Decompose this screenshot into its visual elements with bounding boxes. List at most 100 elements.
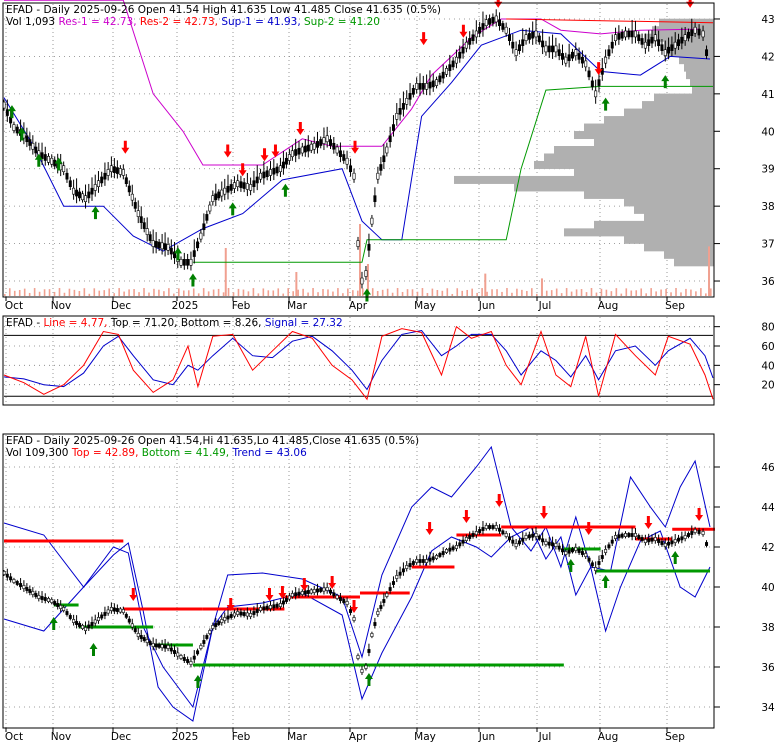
x-tick-label: Aug xyxy=(598,300,619,312)
candle-body xyxy=(584,60,588,68)
volume-bar xyxy=(153,288,155,296)
candle-body xyxy=(454,56,458,64)
candle-body xyxy=(232,612,236,617)
x-tick-label: Apr xyxy=(349,300,368,312)
candle-body xyxy=(205,214,209,221)
candle-body xyxy=(186,659,190,663)
volume-bar xyxy=(292,291,294,296)
stoch-legend-part: EFAD - xyxy=(6,317,43,329)
volume-bar xyxy=(476,292,478,296)
volume-bar xyxy=(560,293,563,296)
candle-body xyxy=(127,618,131,623)
volume-bar xyxy=(685,288,687,296)
candle-body xyxy=(379,164,383,171)
volume-bar xyxy=(352,290,354,296)
x-tick-label: Jul xyxy=(538,731,552,743)
candle-body xyxy=(309,589,313,594)
candle-body xyxy=(249,184,253,191)
volume-bar xyxy=(391,292,394,296)
candle-body xyxy=(31,591,35,595)
candle-body xyxy=(352,617,356,621)
candle-body xyxy=(262,606,266,611)
volume-bar xyxy=(277,288,280,296)
candle-body xyxy=(100,176,104,184)
volume-bar xyxy=(202,288,205,296)
candle-body xyxy=(451,546,455,551)
volume-bar xyxy=(565,288,568,296)
candle-body xyxy=(199,232,203,240)
x-tick-label: Feb xyxy=(232,300,251,312)
candle-body xyxy=(643,41,647,49)
candle-body xyxy=(275,166,279,174)
volume-spike xyxy=(540,278,543,296)
candle-body xyxy=(46,598,50,602)
candle-body xyxy=(435,555,439,559)
candle-body xyxy=(451,60,455,68)
candle-body xyxy=(322,137,326,144)
candle-body xyxy=(303,145,307,153)
stoch-legend-part: Signal = 27.32 xyxy=(265,317,343,329)
x-tick-label: Mar xyxy=(287,300,307,312)
volume-bar xyxy=(481,288,483,296)
volume-profile-bar xyxy=(584,123,714,132)
candle-body xyxy=(701,30,705,38)
candle-body xyxy=(28,589,32,593)
candle-body xyxy=(78,191,82,199)
candle-body xyxy=(265,605,269,610)
candle-body xyxy=(223,617,227,621)
candle-body xyxy=(62,165,66,173)
candle-body xyxy=(458,51,462,59)
candle-body xyxy=(534,533,538,537)
volume-bar xyxy=(178,288,180,296)
volume-bar xyxy=(158,289,160,296)
candle-body xyxy=(657,39,661,46)
candle-body xyxy=(262,171,266,179)
candle-body xyxy=(81,625,85,629)
candle-body xyxy=(300,146,304,154)
candle-body xyxy=(541,40,545,48)
candle-body xyxy=(142,637,146,641)
candle-body xyxy=(121,609,125,613)
x-tick-label: Jun xyxy=(478,731,495,743)
volume-bar xyxy=(173,293,175,296)
candle-body xyxy=(524,34,528,41)
stoch-legend-part: Line = 4.77, xyxy=(43,317,110,329)
volume-bar xyxy=(590,288,593,296)
volume-profile-bar xyxy=(554,146,714,154)
candle-body xyxy=(425,559,429,563)
volume-bar xyxy=(108,288,111,296)
candle-body xyxy=(564,56,568,64)
candle-body xyxy=(15,126,19,134)
candle-body xyxy=(226,186,230,193)
candle-body xyxy=(356,655,360,659)
candle-body xyxy=(580,56,584,64)
candle-body xyxy=(199,645,203,649)
candle-body xyxy=(364,665,368,669)
candle-body xyxy=(408,563,412,567)
candle-body xyxy=(594,90,598,98)
candle-body xyxy=(229,184,233,191)
volume-bar xyxy=(451,293,454,296)
candle-body xyxy=(498,527,502,532)
y-tick-label: 42 xyxy=(761,51,774,63)
candle-body xyxy=(657,539,661,543)
candle-body xyxy=(189,259,193,266)
volume-bar xyxy=(287,288,290,296)
candle-body xyxy=(382,155,386,163)
x-tick-label: Nov xyxy=(51,731,72,743)
candle-body xyxy=(72,187,76,195)
candle-body xyxy=(315,141,319,148)
trend-legend-part: Trend = 43.06 xyxy=(231,447,307,459)
candle-body xyxy=(468,535,472,539)
candle-body xyxy=(441,551,445,555)
candle-body xyxy=(9,576,13,581)
candle-body xyxy=(680,536,684,541)
volume-profile-bar xyxy=(534,160,714,169)
candle-body xyxy=(527,33,531,40)
volume-profile-bar xyxy=(690,78,714,87)
candle-body xyxy=(179,655,183,659)
candle-body xyxy=(504,26,508,34)
candle-body xyxy=(28,139,32,146)
volume-bar xyxy=(337,288,339,296)
volume-bar xyxy=(605,289,608,296)
